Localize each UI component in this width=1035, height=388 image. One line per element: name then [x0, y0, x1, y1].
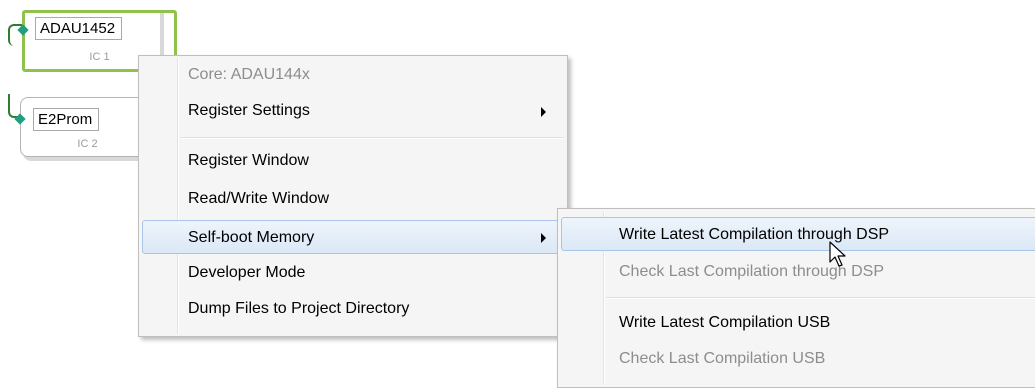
- menu-item-check-last-dsp: Check Last Compilation through DSP: [619, 263, 885, 280]
- menu-item-write-latest-usb[interactable]: Write Latest Compilation USB: [561, 306, 1035, 340]
- menu-item-core: Core: ADAU144x: [188, 66, 310, 83]
- ic-name-field[interactable]: ADAU1452: [35, 17, 123, 40]
- menu-item-check-last-usb: Check Last Compilation USB: [619, 350, 826, 367]
- menu-separator: [180, 137, 564, 139]
- menu-item-register-settings[interactable]: Register Settings: [142, 94, 564, 128]
- menu-item-dump-files[interactable]: Dump Files to Project Directory: [142, 292, 564, 326]
- ic-name-field[interactable]: E2Prom: [33, 108, 100, 131]
- menu-item-self-boot-memory[interactable]: Self-boot Memory: [142, 220, 564, 254]
- menu-item-developer-mode[interactable]: Developer Mode: [142, 256, 564, 290]
- menu-separator: [606, 297, 1035, 299]
- submenu-arrow-icon: [541, 233, 546, 243]
- context-menu: Core: ADAU144x Register Settings Registe…: [138, 55, 568, 337]
- menu-item-read-write-window[interactable]: Read/Write Window: [142, 182, 564, 216]
- menu-item-write-latest-dsp[interactable]: Write Latest Compilation through DSP: [561, 217, 1035, 251]
- self-boot-submenu: Write Latest Compilation through DSP Che…: [557, 208, 1035, 388]
- mouse-pointer-icon: [829, 241, 846, 267]
- menu-item-register-window[interactable]: Register Window: [142, 144, 564, 178]
- ic-label: IC 2: [77, 138, 98, 150]
- submenu-arrow-icon: [541, 107, 546, 117]
- ic-block-e2prom[interactable]: E2Prom IC 2: [14, 97, 155, 157]
